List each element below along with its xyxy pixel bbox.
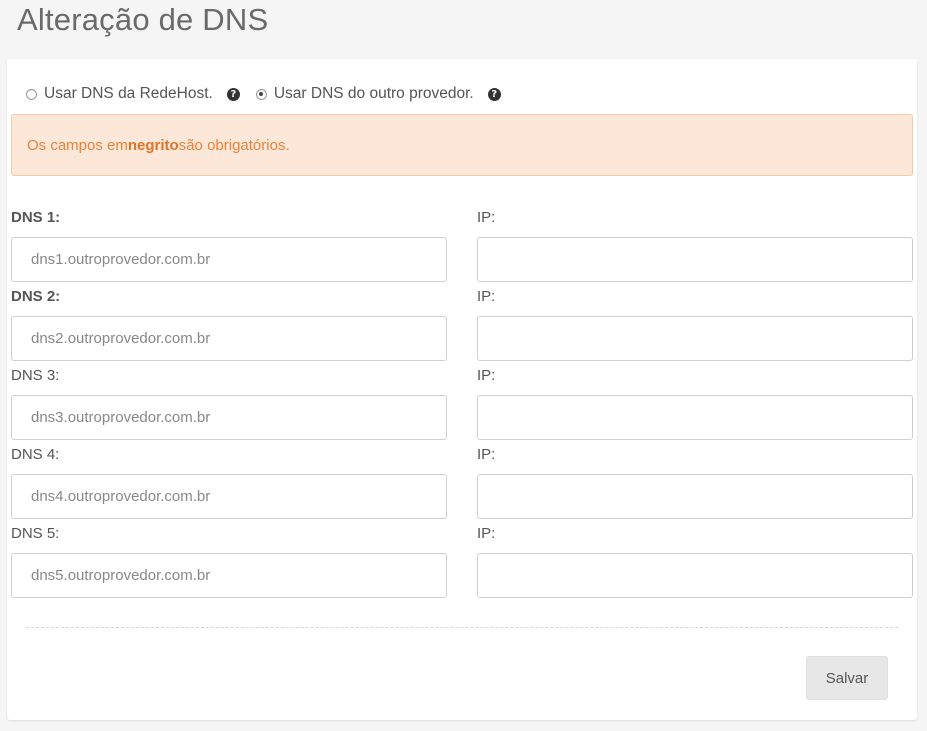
- dns-form-panel: Usar DNS da RedeHost. ? Usar DNS do outr…: [7, 59, 917, 720]
- radio-redehost-dns[interactable]: [26, 88, 37, 100]
- help-icon[interactable]: ?: [487, 87, 501, 101]
- dns2-input[interactable]: [11, 316, 447, 361]
- radio-other-provider-dns[interactable]: [255, 88, 267, 100]
- form-divider: [26, 627, 898, 628]
- radio-other-provider-dns-label[interactable]: Usar DNS do outro provedor.: [274, 85, 474, 103]
- dns3-input[interactable]: [11, 395, 447, 440]
- dns5-label: DNS 5:: [11, 525, 60, 542]
- ip3-label: IP:: [477, 367, 496, 384]
- ip2-input[interactable]: [477, 316, 913, 361]
- save-button[interactable]: Salvar: [806, 656, 888, 700]
- ip4-label: IP:: [477, 446, 496, 463]
- ip5-label: IP:: [477, 525, 496, 542]
- ip3-input[interactable]: [477, 395, 913, 440]
- help-icon[interactable]: ?: [226, 87, 240, 101]
- ip2-label: IP:: [477, 288, 496, 305]
- ip1-label: IP:: [477, 209, 496, 226]
- alert-text-suffix: são obrigatórios.: [178, 136, 290, 154]
- dns3-label: DNS 3:: [11, 367, 60, 384]
- dns1-input[interactable]: [11, 237, 447, 282]
- ip5-input[interactable]: [477, 553, 913, 598]
- dns1-label: DNS 1:: [11, 209, 61, 226]
- alert-text-prefix: Os campos em: [27, 136, 128, 154]
- radio-redehost-dns-label[interactable]: Usar DNS da RedeHost.: [44, 85, 213, 103]
- page-title: Alteração de DNS: [17, 2, 269, 37]
- required-fields-alert: Os campos em negrito são obrigatórios.: [11, 114, 913, 176]
- dns5-input[interactable]: [11, 553, 447, 598]
- dns4-input[interactable]: [11, 474, 447, 519]
- dns-option-group: Usar DNS da RedeHost. ? Usar DNS do outr…: [26, 85, 517, 103]
- ip4-input[interactable]: [477, 474, 913, 519]
- alert-text-bold: negrito: [127, 136, 179, 154]
- ip1-input[interactable]: [477, 237, 913, 282]
- dns2-label: DNS 2:: [11, 288, 61, 305]
- dns4-label: DNS 4:: [11, 446, 60, 463]
